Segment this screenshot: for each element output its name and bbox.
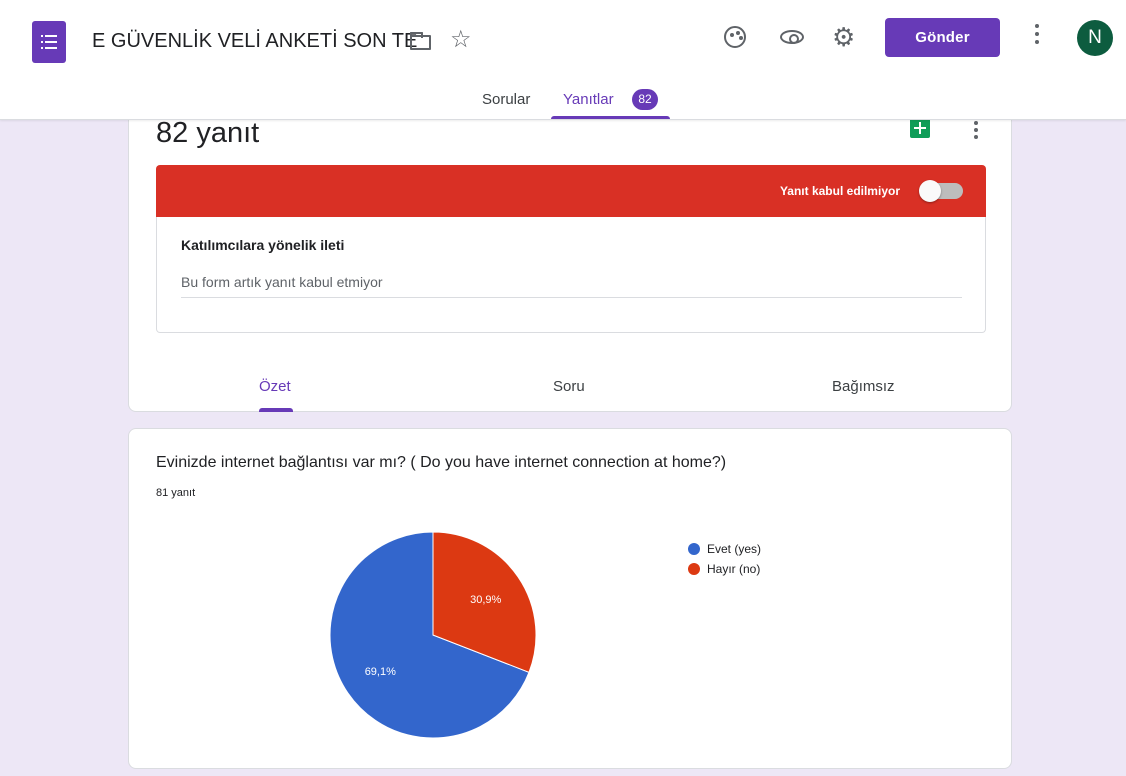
accepting-responses-toggle[interactable] xyxy=(919,180,963,202)
form-title[interactable]: E GÜVENLİK VELİ ANKETİ SON TE xyxy=(92,30,417,53)
toggle-knob xyxy=(919,180,941,202)
question-response-count: 81 yanıt xyxy=(156,487,196,499)
send-button[interactable]: Gönder xyxy=(885,18,1000,57)
accepting-status-label: Yanıt kabul edilmiyor xyxy=(779,184,900,198)
tab-questions[interactable]: Sorular xyxy=(482,91,530,108)
more-vert-icon[interactable] xyxy=(973,121,979,141)
gear-icon[interactable]: ⚙ xyxy=(832,24,855,50)
responses-card: 82 yanıt Yanıt kabul edilmiyor Katılımcı… xyxy=(128,100,1012,412)
pie-slice-label-1: 30,9% xyxy=(470,594,501,606)
pie-slice-label-0: 69,1% xyxy=(365,666,396,678)
legend-item[interactable]: Hayır (no) xyxy=(688,559,761,579)
question-summary-card: Evinizde internet bağlantısı var mı? ( D… xyxy=(128,428,1012,769)
tab-individual[interactable]: Bağımsız xyxy=(832,378,895,395)
pie-chart: 69,1% 30,9% xyxy=(329,531,537,739)
editor-tabs: Sorular Yanıtlar 82 xyxy=(0,80,1126,120)
sheets-icon[interactable] xyxy=(910,118,930,138)
more-vert-icon[interactable] xyxy=(1032,24,1042,48)
folder-icon[interactable] xyxy=(410,32,431,50)
respondent-message-input[interactable]: Bu form artık yanıt kabul etmiyor xyxy=(181,274,962,298)
app-header: E GÜVENLİK VELİ ANKETİ SON TE ☆ ⚙ Gönder… xyxy=(0,0,1126,120)
chart-legend: Evet (yes) Hayır (no) xyxy=(688,539,761,579)
active-view-indicator xyxy=(259,408,293,412)
tab-responses[interactable]: Yanıtlar xyxy=(563,91,614,108)
respondent-message-box: Katılımcılara yönelik ileti Bu form artı… xyxy=(156,217,986,333)
star-icon[interactable]: ☆ xyxy=(450,28,472,52)
tab-summary[interactable]: Özet xyxy=(259,378,291,395)
forms-logo-icon[interactable] xyxy=(32,21,66,63)
legend-swatch xyxy=(688,543,700,555)
response-view-tabs: Özet Soru Bağımsız xyxy=(129,363,1013,413)
legend-label: Hayır (no) xyxy=(707,562,761,576)
active-tab-indicator xyxy=(551,116,670,119)
responses-count-title: 82 yanıt xyxy=(156,117,260,149)
preview-eye-icon[interactable] xyxy=(780,30,804,44)
avatar[interactable]: N xyxy=(1077,20,1113,56)
message-heading: Katılımcılara yönelik ileti xyxy=(181,237,345,253)
question-title: Evinizde internet bağlantısı var mı? ( D… xyxy=(156,454,727,471)
legend-item[interactable]: Evet (yes) xyxy=(688,539,761,559)
legend-swatch xyxy=(688,563,700,575)
not-accepting-banner: Yanıt kabul edilmiyor xyxy=(156,165,986,217)
palette-icon[interactable] xyxy=(724,26,746,48)
responses-count-badge: 82 xyxy=(632,89,658,110)
tab-question[interactable]: Soru xyxy=(553,378,585,395)
legend-label: Evet (yes) xyxy=(707,542,762,556)
